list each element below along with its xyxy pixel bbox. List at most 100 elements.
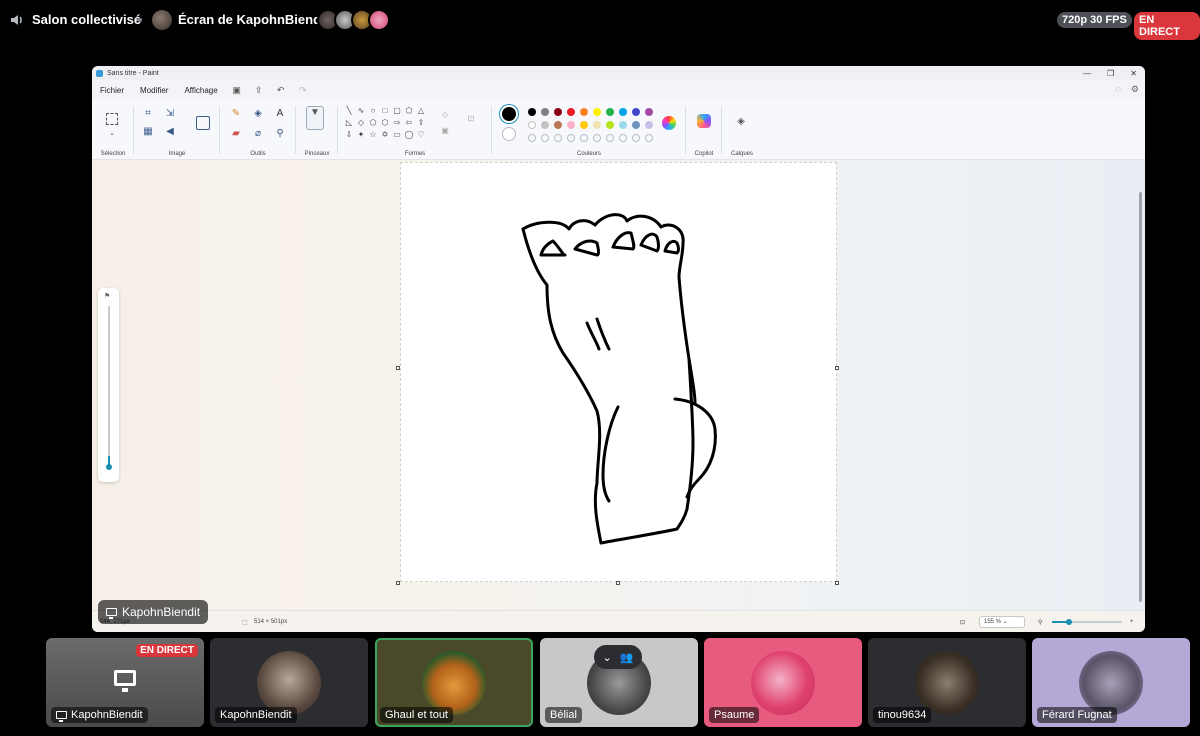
color-swatch[interactable] — [567, 108, 575, 116]
pencil-icon[interactable]: ✎ — [230, 108, 242, 120]
color-swatch[interactable] — [567, 121, 575, 129]
custom-color-slot[interactable] — [554, 134, 562, 142]
line-shape-icon[interactable]: ╲ — [344, 106, 354, 115]
color-swatch[interactable] — [645, 121, 653, 129]
oval-shape-icon[interactable]: ○ — [368, 106, 378, 115]
menu-affichage[interactable]: Affichage — [184, 86, 217, 95]
eraser-icon[interactable]: ▰ — [230, 128, 242, 140]
custom-color-slot[interactable] — [541, 134, 549, 142]
custom-color-slot[interactable] — [645, 134, 653, 142]
image-icon[interactable]: ▦ — [142, 126, 154, 138]
chevron-down-icon[interactable]: ⌄ — [106, 128, 118, 140]
text-tool-icon[interactable]: A — [274, 108, 286, 120]
arrow-right-shape-icon[interactable]: ⇨ — [392, 118, 402, 127]
custom-color-slot[interactable] — [593, 134, 601, 142]
edit-colors-icon[interactable] — [662, 116, 676, 130]
color-swatch[interactable] — [541, 108, 549, 116]
custom-color-slot[interactable] — [632, 134, 640, 142]
custom-color-slot[interactable] — [567, 134, 575, 142]
speaker-icon[interactable] — [9, 12, 25, 28]
zoom-in-icon[interactable]: + — [1130, 619, 1134, 625]
polygon-shape-icon[interactable]: ⬠ — [404, 106, 414, 115]
color-picker-icon[interactable]: ⌀ — [252, 128, 264, 140]
share-icon[interactable]: ⇪ — [254, 85, 264, 95]
fit-screen-icon[interactable]: ⊡ — [960, 619, 965, 626]
crop-icon[interactable]: ⌗ — [142, 108, 154, 120]
shared-screen[interactable]: Sans titre - Paint — ❐ ✕ Fichier Modifie… — [92, 66, 1145, 632]
color-swatch[interactable] — [554, 121, 562, 129]
chevron-down-icon[interactable]: ⌄ — [603, 651, 612, 664]
arrow-up-shape-icon[interactable]: ⇧ — [416, 118, 426, 127]
secondary-color[interactable] — [502, 127, 516, 141]
color-swatch[interactable] — [593, 121, 601, 129]
participant-tile[interactable]: tinou9634 — [868, 638, 1026, 727]
copilot-icon[interactable] — [697, 114, 711, 128]
minimize-icon[interactable]: — — [1083, 69, 1091, 78]
selection-rect-icon[interactable] — [106, 113, 118, 125]
channel-name[interactable]: Salon collectivisé — [32, 12, 141, 27]
color-swatch[interactable] — [606, 121, 614, 129]
brush-icon[interactable]: ▼ — [306, 106, 324, 130]
triangle-shape-icon[interactable]: △ — [416, 106, 426, 115]
color-swatch[interactable] — [632, 108, 640, 116]
participant-tile[interactable]: Psaume — [704, 638, 862, 727]
primary-color[interactable] — [502, 107, 516, 121]
shape-size-icon[interactable]: ⊡ — [466, 114, 476, 123]
arrow-left-shape-icon[interactable]: ⇦ — [404, 118, 414, 127]
canvas-resize-handle[interactable] — [396, 366, 400, 370]
color-swatch[interactable] — [580, 121, 588, 129]
close-icon[interactable]: ✕ — [1130, 69, 1137, 78]
callout-oval-shape-icon[interactable]: ◯ — [404, 130, 414, 139]
canvas-resize-handle[interactable] — [616, 581, 620, 585]
fill-bucket-icon[interactable]: ◈ — [252, 108, 264, 120]
color-swatch[interactable] — [645, 108, 653, 116]
hexagon-shape-icon[interactable]: ⬡ — [380, 118, 390, 127]
color-swatch[interactable] — [619, 121, 627, 129]
menu-modifier[interactable]: Modifier — [140, 86, 168, 95]
star6-shape-icon[interactable]: ✡ — [380, 130, 390, 139]
participant-tile-speaking[interactable]: Ghaul et tout — [375, 638, 533, 727]
arrow-down-shape-icon[interactable]: ⇩ — [344, 130, 354, 139]
zoom-out-icon[interactable]: ⚲ — [1038, 619, 1042, 626]
rotate-icon[interactable]: ◀ — [164, 126, 176, 138]
color-swatch[interactable] — [554, 108, 562, 116]
maximize-icon[interactable]: ❐ — [1107, 69, 1114, 78]
star4-shape-icon[interactable]: ✦ — [356, 130, 366, 139]
color-swatch[interactable] — [606, 108, 614, 116]
redo-icon[interactable]: ↷ — [298, 85, 308, 95]
background-removal-icon[interactable] — [196, 116, 210, 130]
curve-shape-icon[interactable]: ∿ — [356, 106, 366, 115]
undo-icon[interactable]: ↶ — [276, 85, 286, 95]
custom-color-slot[interactable] — [528, 134, 536, 142]
menu-fichier[interactable]: Fichier — [100, 86, 124, 95]
color-swatch[interactable] — [580, 108, 588, 116]
custom-color-slot[interactable] — [619, 134, 627, 142]
participants-icon[interactable]: 👥 — [620, 651, 634, 664]
vertical-scrollbar[interactable] — [1139, 162, 1142, 602]
layers-icon[interactable]: ◈ — [735, 116, 747, 128]
brush-size-slider[interactable]: ⚑ — [98, 288, 119, 482]
color-swatch[interactable] — [593, 108, 601, 116]
color-swatch[interactable] — [632, 121, 640, 129]
slider-knob[interactable] — [106, 464, 112, 470]
star5-shape-icon[interactable]: ☆ — [368, 130, 378, 139]
right-triangle-shape-icon[interactable]: ◺ — [344, 118, 354, 127]
account-icon[interactable]: ◌ — [1116, 84, 1121, 95]
custom-color-slot[interactable] — [580, 134, 588, 142]
zoom-select[interactable]: 155 % ⌄ — [979, 616, 1025, 628]
drawing-canvas[interactable] — [400, 162, 837, 582]
tile-controls[interactable]: ⌄ 👥 — [594, 645, 642, 669]
participant-tile[interactable]: KapohnBiendit — [210, 638, 368, 727]
canvas-resize-handle[interactable] — [835, 366, 839, 370]
fill-icon[interactable]: ▣ — [440, 126, 450, 135]
magnifier-icon[interactable]: ⚲ — [274, 128, 286, 140]
pentagon-shape-icon[interactable]: ⬠ — [368, 118, 378, 127]
color-swatch[interactable] — [528, 108, 536, 116]
outline-icon[interactable]: ◇ — [440, 110, 450, 119]
canvas-resize-handle[interactable] — [396, 581, 400, 585]
canvas-resize-handle[interactable] — [835, 581, 839, 585]
zoom-slider[interactable] — [1052, 619, 1122, 625]
settings-gear-icon[interactable]: ⚙ — [1131, 84, 1139, 95]
color-swatch[interactable] — [528, 121, 536, 129]
color-swatch[interactable] — [541, 121, 549, 129]
